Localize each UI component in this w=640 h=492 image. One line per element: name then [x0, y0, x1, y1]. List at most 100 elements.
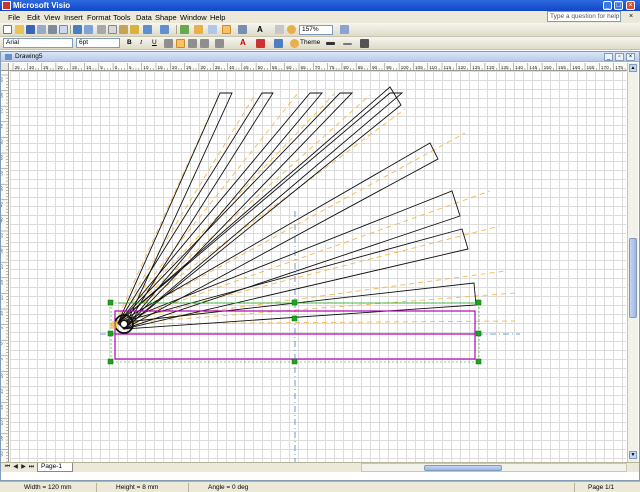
status-divider [96, 483, 97, 492]
ruler-label: 30 [1, 248, 4, 254]
vertical-ruler-ticks: 8580757065605550454035302520151050510152… [1, 74, 8, 462]
menu-insert[interactable]: Insert [64, 13, 83, 22]
menu-data[interactable]: Data [136, 13, 152, 22]
italic-button[interactable]: I [140, 39, 142, 46]
doc-close-button[interactable]: × [626, 53, 635, 61]
ruler-label: 5 [1, 357, 4, 360]
minimize-button[interactable]: _ [603, 1, 612, 10]
font-color-icon[interactable]: A [240, 38, 246, 47]
document-title: Drawing5 [15, 53, 43, 60]
menu-edit[interactable]: Edit [27, 13, 40, 22]
open-icon[interactable] [15, 25, 24, 34]
ruler-label: 35 [1, 233, 4, 239]
menu-shape[interactable]: Shape [155, 13, 177, 22]
pan-zoom-icon[interactable] [287, 25, 296, 34]
stencil-icon[interactable] [208, 25, 217, 34]
ruler-label: 45 [1, 201, 4, 207]
cut-icon[interactable] [97, 25, 106, 34]
ruler-corner[interactable] [1, 63, 9, 71]
status-page: Page 1/1 [588, 484, 615, 491]
help-icon[interactable] [340, 25, 349, 34]
decrease-indent-icon[interactable] [215, 39, 224, 48]
rotation-pin-icon[interactable] [120, 320, 128, 328]
permission-icon[interactable] [37, 25, 46, 34]
pointer-tool-icon[interactable] [222, 25, 231, 34]
justify-icon[interactable] [200, 39, 209, 48]
undo-icon[interactable] [143, 25, 152, 34]
ruler-label: 20 [1, 404, 4, 410]
research-icon[interactable] [84, 25, 93, 34]
vertical-scrollbar[interactable]: ▲ ▼ [627, 63, 638, 462]
scroll-up-icon[interactable]: ▲ [629, 64, 637, 72]
last-page-icon[interactable]: ⏭ [28, 464, 35, 471]
ruler-label: 25 [1, 264, 4, 270]
line-pattern-icon[interactable] [343, 43, 352, 45]
toolbar-separator [176, 25, 177, 34]
text-tool-icon[interactable]: A [257, 25, 263, 34]
line-ends-icon[interactable] [360, 39, 369, 48]
paste-icon[interactable] [119, 25, 128, 34]
vertical-scroll-thumb[interactable] [629, 238, 637, 318]
line-weight-icon[interactable] [326, 42, 335, 45]
theme-icon[interactable] [290, 39, 299, 48]
menu-window[interactable]: Window [180, 13, 207, 22]
connector-tool-icon[interactable] [238, 25, 247, 34]
line-tool-icon[interactable] [275, 25, 284, 34]
maximize-button[interactable]: □ [614, 1, 623, 10]
doc-minimize-button[interactable]: _ [604, 53, 613, 61]
theme-button[interactable]: Theme [300, 39, 320, 46]
help-search-input[interactable]: Type a question for help [547, 11, 621, 22]
next-page-icon[interactable]: ▶ [20, 464, 27, 471]
drawing-canvas[interactable] [10, 71, 626, 462]
fill-color-icon[interactable] [274, 39, 283, 48]
selection-handles[interactable] [107, 299, 482, 365]
horizontal-scrollbar[interactable] [361, 463, 627, 472]
save-icon[interactable] [26, 25, 35, 34]
zoom-select[interactable]: 157% [299, 25, 333, 35]
first-page-icon[interactable]: ⏮ [4, 464, 11, 471]
align-right-icon[interactable] [188, 39, 197, 48]
document-close-icon[interactable]: × [629, 13, 633, 20]
ruler-label: 15 [1, 295, 4, 301]
underline-button[interactable]: U [152, 39, 157, 46]
scroll-down-icon[interactable]: ▼ [629, 451, 637, 459]
doc-restore-button[interactable]: ▫ [615, 53, 624, 61]
status-bar: Width = 120 mm Height = 8 mm Angle = 0 d… [0, 481, 640, 492]
menu-format[interactable]: Format [87, 13, 111, 22]
new-document-icon[interactable] [3, 25, 12, 34]
print-preview-icon[interactable] [59, 25, 68, 34]
horizontal-scroll-thumb[interactable] [424, 465, 502, 471]
menu-bar: File Edit View Insert Format Tools Data … [0, 11, 640, 23]
ruler-label: 65 [1, 139, 4, 145]
menu-tools[interactable]: Tools [113, 13, 131, 22]
close-button[interactable]: × [626, 1, 635, 10]
ruler-label: 5 [1, 326, 4, 329]
ruler-label: 85 [1, 77, 4, 83]
font-select[interactable]: Arial [3, 38, 73, 48]
align-center-icon[interactable] [176, 39, 185, 48]
menu-help[interactable]: Help [210, 13, 225, 22]
menu-file[interactable]: File [8, 13, 20, 22]
hyperlink-icon[interactable] [180, 25, 189, 34]
format-painter-icon[interactable] [130, 25, 139, 34]
ruler-label: 40 [1, 217, 4, 223]
ruler-label: 50 [1, 186, 4, 192]
menu-view[interactable]: View [44, 13, 60, 22]
status-divider [188, 483, 189, 492]
line-color-icon[interactable] [256, 39, 265, 48]
tab-page-1[interactable]: Page-1 [37, 463, 73, 472]
copy-icon[interactable] [108, 25, 117, 34]
bold-button[interactable]: B [127, 39, 132, 46]
print-icon[interactable] [48, 25, 57, 34]
align-left-icon[interactable] [164, 39, 173, 48]
ruler-label: 0 [1, 342, 4, 345]
formatting-toolbar: Arial 6pt B I U A Theme [0, 37, 640, 50]
horizontal-ruler[interactable]: 35 30 25 20 15 10 5 0 5 10 15 20 25 30 35 40 45 50 55 60 65 7… [9, 63, 629, 71]
pivot-glow [110, 321, 118, 329]
redo-icon[interactable] [160, 25, 169, 34]
previous-page-icon[interactable]: ◀ [12, 464, 19, 471]
font-size-select[interactable]: 6pt [76, 38, 120, 48]
spelling-icon[interactable] [73, 25, 82, 34]
shapes-icon[interactable] [194, 25, 203, 34]
vertical-ruler[interactable]: 8580757065605550454035302520151050510152… [1, 71, 9, 462]
